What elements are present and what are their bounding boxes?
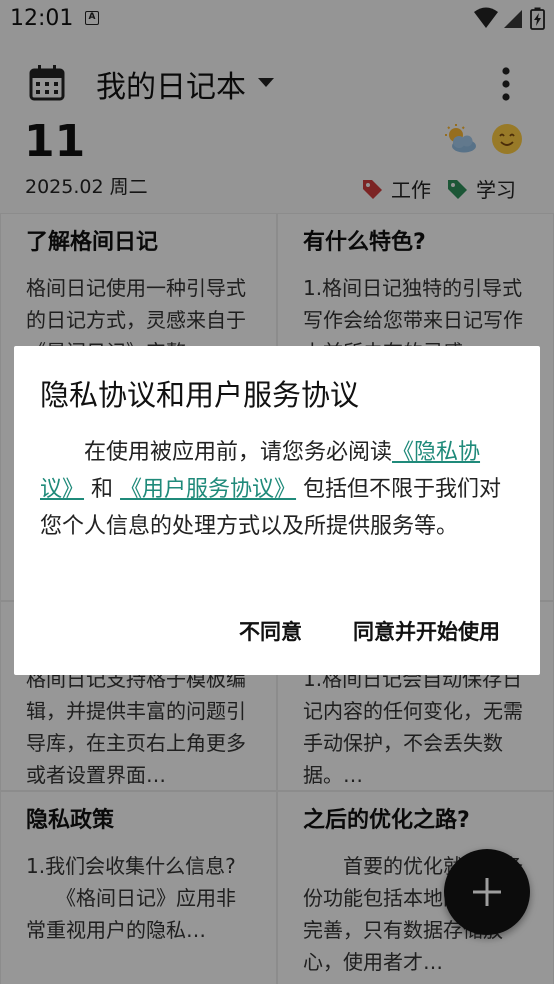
privacy-dialog: 隐私协议和用户服务协议 在使用被应用前，请您务必阅读《隐私协议》 和 《用户服务… [14,346,540,675]
dialog-body-and: 和 [91,477,114,502]
service-agreement-link[interactable]: 《用户服务协议》 [120,477,296,502]
dialog-body: 在使用被应用前，请您务必阅读《隐私协议》 和 《用户服务协议》 包括但不限于我们… [40,434,518,545]
dialog-body-prefix: 在使用被应用前，请您务必阅读 [40,440,393,465]
agree-button[interactable]: 同意并开始使用 [353,616,500,646]
disagree-button[interactable]: 不同意 [239,616,302,646]
dialog-title: 隐私协议和用户服务协议 [40,378,360,412]
